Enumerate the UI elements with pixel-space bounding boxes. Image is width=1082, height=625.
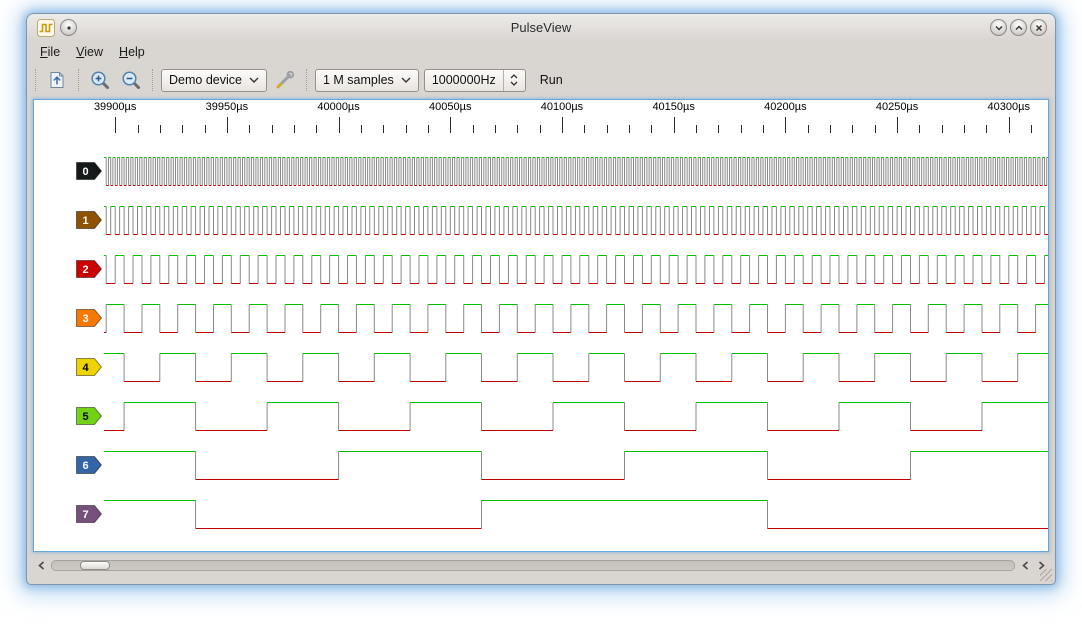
ruler-time-label: 40050µs: [429, 101, 472, 113]
sample-rate-spinbox[interactable]: 1000000Hz: [423, 68, 526, 92]
resize-grip[interactable]: [1040, 569, 1052, 581]
device-select[interactable]: Demo device: [161, 68, 267, 92]
menu-file[interactable]: File: [32, 43, 68, 61]
zoom-out-button[interactable]: [118, 67, 144, 93]
chevron-down-icon: [401, 77, 411, 83]
spin-down-icon[interactable]: [510, 81, 518, 86]
maximize-button[interactable]: [1010, 19, 1027, 36]
scrollbar-track[interactable]: [51, 560, 1015, 571]
ruler-time-label: 40200µs: [764, 101, 807, 113]
close-button[interactable]: [1030, 19, 1047, 36]
scrollbar-handle[interactable]: [80, 561, 110, 570]
sample-count-select[interactable]: 1 M samples: [314, 68, 419, 92]
ruler-time-label: 40300µs: [987, 101, 1030, 113]
spin-arrows: [502, 69, 518, 91]
run-button[interactable]: Run: [531, 70, 572, 90]
zoom-in-icon: [91, 71, 109, 89]
trace-channel-5: [123, 402, 983, 431]
minimize-button[interactable]: [990, 19, 1007, 36]
titlebar[interactable]: PulseView: [27, 14, 1055, 41]
trace-channel-7: [195, 500, 768, 529]
trace-channel-6: [195, 451, 911, 480]
window-title: PulseView: [510, 20, 572, 35]
chevron-left-icon: [37, 561, 44, 570]
ruler-time-label: 40000µs: [317, 101, 360, 113]
ruler-time-label: 40250µs: [875, 101, 919, 113]
scroll-left-button-secondary[interactable]: [1017, 559, 1033, 573]
chevron-left-icon: [1021, 561, 1028, 570]
channel-tag-3[interactable]: 3: [76, 309, 102, 327]
svg-text:1: 1: [82, 215, 88, 227]
horizontal-scrollbar: [33, 558, 1049, 573]
svg-text:5: 5: [82, 411, 88, 423]
svg-text:4: 4: [82, 362, 89, 374]
channel-tag-1[interactable]: 1: [76, 211, 102, 229]
svg-text:0: 0: [82, 166, 88, 178]
toolbar: Demo device 1 M samples 1000000Hz Run: [27, 63, 1055, 97]
device-select-value: Demo device: [169, 73, 242, 87]
minimize-icon: [994, 25, 1003, 31]
trace-channel-2: [105, 255, 1045, 284]
ruler-time-label: 40100µs: [540, 101, 584, 113]
svg-text:3: 3: [82, 313, 88, 325]
sample-rate-value: 1000000Hz: [431, 73, 496, 87]
trace-channel-3: [105, 304, 1037, 333]
pulseview-window: PulseView File View Help Demo device 1 M…: [27, 14, 1055, 584]
spin-up-icon[interactable]: [510, 74, 518, 79]
close-icon: [1035, 24, 1042, 31]
channel-tag-0[interactable]: 0: [76, 162, 102, 180]
ruler-time-label: 40150µs: [652, 101, 695, 113]
open-file-icon: [50, 72, 64, 88]
toolbar-separator: [78, 69, 79, 91]
scroll-left-button[interactable]: [33, 559, 49, 573]
trace-channel-4: [123, 353, 1019, 382]
channel-tag-6[interactable]: 6: [76, 456, 102, 474]
chevron-down-icon: [249, 77, 259, 83]
ruler-time-label: 39950µs: [205, 101, 249, 113]
zoom-out-icon: [122, 71, 140, 89]
probe-config-button[interactable]: [272, 67, 298, 93]
toolbar-separator: [305, 69, 307, 91]
trace-view[interactable]: 39900µs 39950µs 40000µs 40050µs 40100µs 40150…: [33, 99, 1049, 552]
trace-channel-1: [105, 206, 1045, 235]
window-menu-button[interactable]: [60, 19, 77, 36]
channel-tag-5[interactable]: 5: [76, 407, 102, 425]
svg-text:2: 2: [82, 264, 88, 276]
zoom-in-button[interactable]: [87, 67, 113, 93]
sample-count-value: 1 M samples: [322, 73, 394, 87]
maximize-icon: [1014, 24, 1023, 30]
probe-config-icon: [276, 70, 295, 89]
window-menu-icon: [66, 25, 71, 30]
svg-text:6: 6: [82, 460, 88, 472]
toolbar-handle: [35, 69, 36, 91]
svg-text:7: 7: [82, 509, 88, 521]
menu-view[interactable]: View: [68, 43, 111, 61]
menubar: File View Help: [27, 41, 1055, 63]
trace-channel-0: [105, 157, 1048, 186]
logic-traces: [104, 157, 1048, 529]
channel-tag-2[interactable]: 2: [76, 260, 102, 278]
channel-tag-7[interactable]: 7: [76, 505, 102, 523]
ruler-time-label: 39900µs: [93, 101, 137, 113]
app-icon: [37, 19, 55, 37]
channel-tag-4[interactable]: 4: [76, 358, 102, 376]
open-file-button[interactable]: [44, 67, 70, 93]
toolbar-separator: [152, 69, 153, 91]
menu-help[interactable]: Help: [111, 43, 153, 61]
